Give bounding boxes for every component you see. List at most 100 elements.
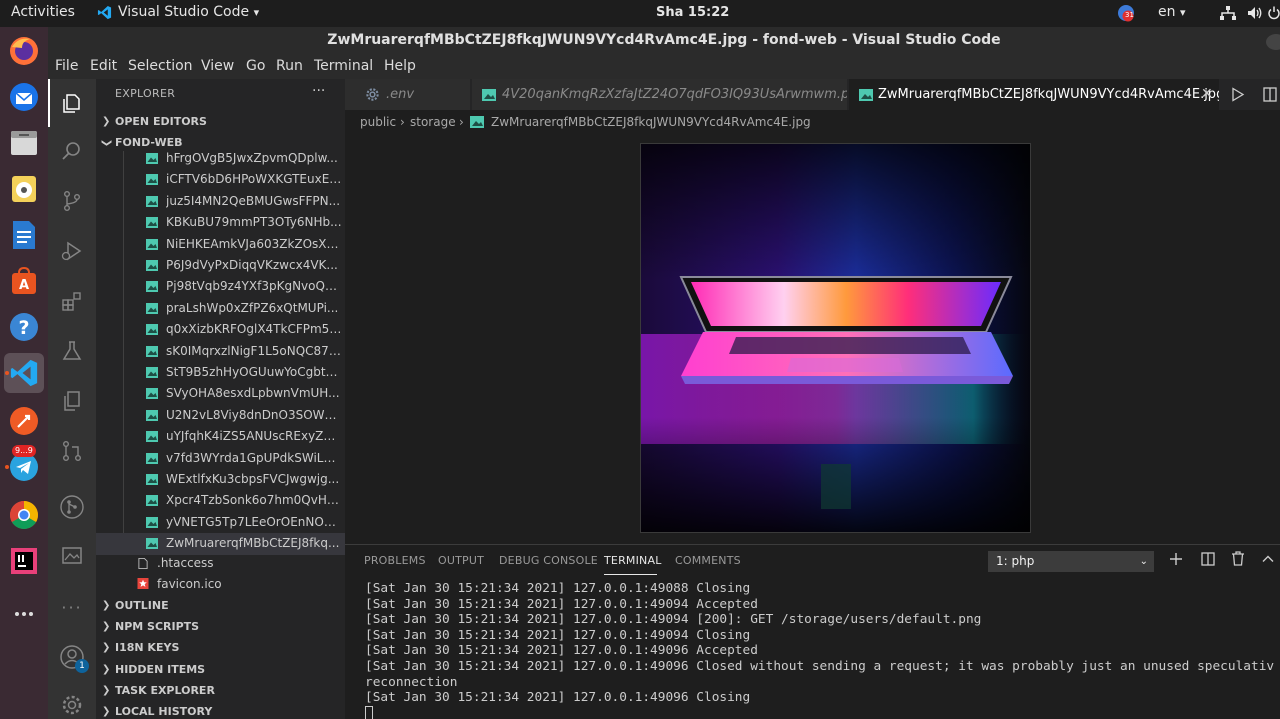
section-local-history[interactable]: ❯ LOCAL HISTORY bbox=[96, 701, 345, 719]
tab-output[interactable]: OUTPUT bbox=[438, 554, 484, 567]
accounts-activity[interactable]: 1 bbox=[48, 633, 96, 681]
file-item[interactable]: SVyOHA8esxdLpbwnVmUH... bbox=[96, 383, 345, 404]
input-language-menu[interactable]: en ▾ bbox=[1158, 4, 1185, 20]
libreoffice-writer-icon bbox=[13, 221, 35, 249]
file-label: juz5I4MN2QeBMUGwsFFPN... bbox=[166, 193, 341, 208]
file-label: sK0IMqrxzlNigF1L5oNQC87S... bbox=[166, 343, 342, 358]
split-terminal-button[interactable] bbox=[1198, 551, 1218, 571]
terminal-output[interactable]: [Sat Jan 30 15:21:34 2021] 127.0.0.1:490… bbox=[365, 581, 1275, 719]
file-item[interactable]: v7fd3WYrda1GpUPdkSWiLn... bbox=[96, 448, 345, 469]
file-item[interactable]: ZwMruarerqfMBbCtZEJ8fkq... bbox=[96, 533, 345, 555]
explorer-activity[interactable] bbox=[48, 79, 96, 127]
testing-activity[interactable] bbox=[48, 327, 96, 375]
tab-problems[interactable]: PROBLEMS bbox=[364, 554, 426, 567]
section-hidden-items[interactable]: ❯ HIDDEN ITEMS bbox=[96, 659, 345, 681]
file-item[interactable]: uYJfqhK4iZS5ANUscRExyZgT... bbox=[96, 426, 345, 447]
file-item[interactable]: Pj98tVqb9z4YXf3pKgNvoQd... bbox=[96, 276, 345, 297]
terminal-select[interactable]: 1: php ⌄ bbox=[988, 551, 1154, 572]
kill-terminal-button[interactable] bbox=[1228, 551, 1248, 571]
file-item[interactable]: Xpcr4TzbSonk6o7hm0QvHS... bbox=[96, 490, 345, 511]
network-icon[interactable] bbox=[1220, 6, 1236, 25]
search-activity[interactable] bbox=[48, 127, 96, 175]
gear-icon bbox=[366, 88, 379, 101]
section-outline[interactable]: ❯ OUTLINE bbox=[96, 595, 345, 617]
menu-edit[interactable]: Edit bbox=[90, 58, 117, 74]
git-graph-activity[interactable] bbox=[48, 483, 96, 531]
rhythmbox-launcher[interactable] bbox=[4, 169, 44, 209]
file-item[interactable]: sK0IMqrxzlNigF1L5oNQC87S... bbox=[96, 341, 345, 362]
file-item[interactable]: yVNETG5Tp7LEeOrOEnNOh... bbox=[96, 512, 345, 533]
breadcrumb-storage[interactable]: storage bbox=[410, 110, 456, 134]
section-task-explorer[interactable]: ❯ TASK EXPLORER bbox=[96, 680, 345, 702]
menu-terminal[interactable]: Terminal bbox=[314, 58, 373, 74]
clock[interactable]: Sha 15:22 bbox=[656, 5, 729, 20]
file-favicon[interactable]: favicon.ico bbox=[96, 574, 345, 595]
tab-terminal[interactable]: TERMINAL bbox=[604, 554, 662, 567]
intellij-launcher[interactable] bbox=[4, 541, 44, 581]
window-close-button[interactable] bbox=[1266, 34, 1280, 50]
show-applications-launcher[interactable] bbox=[4, 587, 44, 627]
image-file-icon bbox=[146, 153, 158, 164]
telegram-launcher[interactable]: 9...9 bbox=[4, 445, 44, 487]
thunderbird-launcher[interactable] bbox=[4, 77, 44, 117]
section-npm-scripts[interactable]: ❯ NPM SCRIPTS bbox=[96, 616, 345, 638]
tab-env[interactable]: .env bbox=[345, 79, 471, 110]
menu-selection[interactable]: Selection bbox=[128, 58, 193, 74]
menu-run[interactable]: Run bbox=[276, 58, 303, 74]
file-label: ZwMruarerqfMBbCtZEJ8fkq... bbox=[166, 536, 340, 551]
tab-png-image[interactable]: 4V20qanKmqRzXzfaJtZ24O7qdFO3IQ93UsArwmwm… bbox=[472, 79, 848, 110]
tab-comments[interactable]: COMMENTS bbox=[675, 554, 741, 567]
writer-launcher[interactable] bbox=[4, 215, 44, 255]
file-label: U2N2vL8Viy8dnDnO3SOWX... bbox=[166, 407, 342, 422]
file-item[interactable]: praLshWp0xZfPZ6xQtMUPi... bbox=[96, 298, 345, 319]
menu-view[interactable]: View bbox=[201, 58, 234, 74]
vscode-launcher[interactable] bbox=[4, 353, 44, 393]
settings-activity[interactable] bbox=[48, 681, 96, 719]
open-editors-section[interactable]: ❯ OPEN EDITORS bbox=[96, 111, 345, 133]
extensions-activity[interactable] bbox=[48, 277, 96, 325]
file-item[interactable]: q0xXizbKRFOglX4TkCFPm5j... bbox=[96, 319, 345, 340]
tab-close-button[interactable]: ✕ bbox=[1201, 79, 1213, 110]
new-terminal-button[interactable] bbox=[1166, 551, 1186, 571]
app-menu[interactable]: Visual Studio Code ▾ bbox=[118, 4, 259, 20]
image-preview-activity[interactable] bbox=[48, 531, 96, 579]
more-activities[interactable]: ··· bbox=[48, 583, 96, 631]
menu-help[interactable]: Help bbox=[384, 58, 416, 74]
file-item[interactable]: iCFTV6bD6HPoWXKGTEuxEL... bbox=[96, 169, 345, 190]
activities-button[interactable]: Activities bbox=[11, 4, 75, 20]
calendar-indicator-icon[interactable]: 31 bbox=[1116, 3, 1136, 27]
run-button[interactable] bbox=[1231, 87, 1245, 106]
breadcrumb-public[interactable]: public bbox=[360, 110, 396, 134]
file-item[interactable]: P6J9dVyPxDiqqVKzwcx4VK... bbox=[96, 255, 345, 276]
volume-icon[interactable] bbox=[1247, 6, 1263, 24]
help-launcher[interactable]: ? bbox=[4, 307, 44, 347]
menu-file[interactable]: File bbox=[55, 58, 78, 74]
split-editor-button[interactable] bbox=[1263, 87, 1277, 106]
breadcrumb-file[interactable]: ZwMruarerqfMBbCtZEJ8fkqJWUN9VYcd4RvAmc4E… bbox=[491, 110, 811, 134]
file-item[interactable]: juz5I4MN2QeBMUGwsFFPN... bbox=[96, 191, 345, 212]
postman-launcher[interactable] bbox=[4, 401, 44, 441]
power-icon[interactable] bbox=[1268, 6, 1280, 24]
chrome-launcher[interactable] bbox=[4, 495, 44, 535]
file-label: KBKuBU79mmPT3OTy6NHb... bbox=[166, 215, 342, 230]
explorer-more-actions-button[interactable]: ··· bbox=[312, 83, 325, 99]
file-item[interactable]: NiEHKEAmkVJa603ZkZOsXA... bbox=[96, 234, 345, 255]
file-htaccess[interactable]: .htaccess bbox=[96, 553, 345, 574]
pull-request-activity[interactable] bbox=[48, 427, 96, 475]
run-debug-activity[interactable] bbox=[48, 227, 96, 275]
file-item[interactable]: StT9B5zhHyOGUuwYoCgbtC... bbox=[96, 362, 345, 383]
maximize-panel-button[interactable] bbox=[1258, 551, 1278, 571]
copy-activity[interactable] bbox=[48, 377, 96, 425]
section-i18n-keys[interactable]: ❯ I18N KEYS bbox=[96, 637, 345, 659]
firefox-launcher[interactable] bbox=[4, 31, 44, 71]
file-item[interactable]: WExtlfxKu3cbpsFVCJwgwjg... bbox=[96, 469, 345, 490]
source-control-activity[interactable] bbox=[48, 177, 96, 225]
tab-debug-console[interactable]: DEBUG CONSOLE bbox=[499, 554, 598, 567]
file-item[interactable]: U2N2vL8Viy8dnDnO3SOWX... bbox=[96, 405, 345, 426]
file-item[interactable]: KBKuBU79mmPT3OTy6NHb... bbox=[96, 212, 345, 233]
file-item[interactable]: hFrgOVgB5JwxZpvmQDplw... bbox=[96, 148, 345, 169]
tab-jpg-image-active[interactable]: ZwMruarerqfMBbCtZEJ8fkqJWUN9VYcd4RvAmc4E… bbox=[849, 79, 1220, 110]
software-center-launcher[interactable]: A bbox=[4, 261, 44, 301]
files-launcher[interactable] bbox=[4, 123, 44, 163]
menu-go[interactable]: Go bbox=[246, 58, 265, 74]
